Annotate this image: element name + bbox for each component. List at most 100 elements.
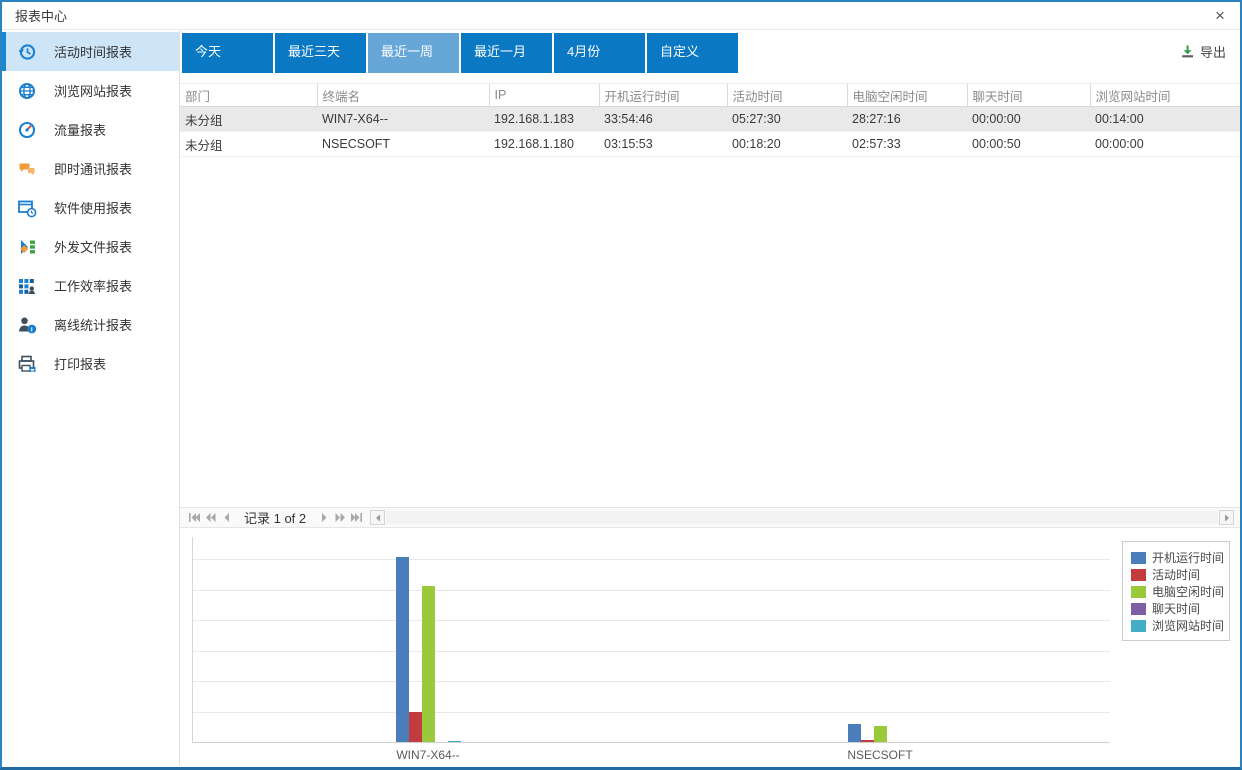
column-header-0[interactable]: 部门 [180, 84, 317, 107]
table-cell: 00:00:00 [1090, 132, 1240, 157]
globe-icon [17, 81, 37, 101]
history-icon [17, 42, 37, 62]
table-row[interactable]: 未分组NSECSOFT192.168.1.18003:15:5300:18:20… [180, 132, 1240, 157]
sidebar-item-chat[interactable]: 即时通讯报表 [2, 149, 179, 188]
fast-next-page-button[interactable] [332, 510, 348, 526]
sidebar-item-offline-stats[interactable]: i 离线统计报表 [2, 305, 179, 344]
legend-label: 开机运行时间 [1152, 549, 1224, 566]
legend-swatch [1131, 586, 1146, 598]
legend-swatch [1131, 552, 1146, 564]
sidebar-item-label: 即时通讯报表 [54, 159, 132, 178]
tab-5[interactable]: 自定义 [647, 33, 738, 73]
table-cell: 未分组 [180, 132, 317, 157]
legend-item: 电脑空闲时间 [1131, 583, 1221, 600]
column-header-2[interactable]: IP [489, 84, 599, 107]
table-cell: 03:15:53 [599, 132, 727, 157]
bar-NSECSOFT-活动时间 [861, 740, 874, 742]
table-cell: 05:27:30 [727, 107, 847, 132]
window-titlebar: 报表中心 × [2, 2, 1240, 30]
table-cell: 28:27:16 [847, 107, 967, 132]
download-icon [1180, 44, 1195, 59]
table-cell: 00:00:50 [967, 132, 1090, 157]
legend-label: 浏览网站时间 [1152, 617, 1224, 634]
legend-label: 活动时间 [1152, 566, 1200, 583]
tab-3[interactable]: 最近一月 [461, 33, 552, 73]
table-cell: 33:54:46 [599, 107, 727, 132]
table-row[interactable]: 未分组WIN7-X64--192.168.1.18333:54:4605:27:… [180, 107, 1240, 132]
sidebar-item-software[interactable]: 软件使用报表 [2, 188, 179, 227]
next-page-button[interactable] [316, 510, 332, 526]
column-header-5[interactable]: 电脑空闲时间 [847, 84, 967, 107]
record-count-label: 记录 1 of 2 [244, 508, 306, 527]
time-range-tabbar: 今天最近三天最近一周最近一月4月份自定义 导出 [180, 30, 1240, 73]
hscroll-left-button[interactable] [370, 510, 385, 525]
gridline [193, 559, 1110, 560]
column-header-3[interactable]: 开机运行时间 [599, 84, 727, 107]
sidebar-item-efficiency[interactable]: 工作效率报表 [2, 266, 179, 305]
legend-item: 浏览网站时间 [1131, 617, 1221, 634]
tab-4[interactable]: 4月份 [554, 33, 645, 73]
gauge-icon [17, 120, 37, 140]
gridline [193, 590, 1110, 591]
tab-1[interactable]: 最近三天 [275, 33, 366, 73]
sidebar-item-label: 打印报表 [54, 354, 106, 373]
last-page-button[interactable] [348, 510, 364, 526]
table-cell: 00:14:00 [1090, 107, 1240, 132]
software-icon [17, 198, 37, 218]
efficiency-icon [17, 276, 37, 296]
gridline [193, 712, 1110, 713]
svg-text:i: i [31, 326, 33, 333]
export-button[interactable]: 导出 [1180, 42, 1226, 61]
chart-legend: 开机运行时间活动时间电脑空闲时间聊天时间浏览网站时间 [1122, 541, 1230, 641]
window-title: 报表中心 [2, 6, 67, 25]
column-header-1[interactable]: 终端名 [317, 84, 489, 107]
category-label: WIN7-X64-- [358, 748, 498, 762]
column-header-4[interactable]: 活动时间 [727, 84, 847, 107]
report-table: 部门终端名IP开机运行时间活动时间电脑空闲时间聊天时间浏览网站时间 未分组WIN… [180, 83, 1240, 157]
hscroll-right-button[interactable] [1219, 510, 1234, 525]
legend-item: 活动时间 [1131, 566, 1221, 583]
bar-WIN7-X64---活动时间 [409, 712, 422, 742]
legend-swatch [1131, 603, 1146, 615]
chat-icon [17, 159, 37, 179]
gridline [193, 651, 1110, 652]
gridline [193, 620, 1110, 621]
bar-WIN7-X64---浏览网站时间 [448, 741, 461, 742]
sidebar-item-label: 工作效率报表 [54, 276, 132, 295]
report-table-body: 未分组WIN7-X64--192.168.1.18333:54:4605:27:… [180, 107, 1240, 157]
table-cell: 00:00:00 [967, 107, 1090, 132]
sidebar-item-gauge[interactable]: 流量报表 [2, 110, 179, 149]
sidebar-item-outgoing-file[interactable]: 外发文件报表 [2, 227, 179, 266]
export-label: 导出 [1200, 42, 1226, 61]
sidebar-item-history[interactable]: 活动时间报表 [2, 32, 179, 71]
table-cell: 00:18:20 [727, 132, 847, 157]
legend-item: 聊天时间 [1131, 600, 1221, 617]
sidebar-item-label: 流量报表 [54, 120, 106, 139]
legend-item: 开机运行时间 [1131, 549, 1221, 566]
legend-label: 电脑空闲时间 [1152, 583, 1224, 600]
gridline [193, 681, 1110, 682]
tab-2[interactable]: 最近一周 [368, 33, 459, 73]
table-cell: 未分组 [180, 107, 317, 132]
fast-prev-page-button[interactable] [202, 510, 218, 526]
column-header-7[interactable]: 浏览网站时间 [1090, 84, 1240, 107]
chart-x-axis [192, 742, 1110, 743]
legend-swatch [1131, 569, 1146, 581]
first-page-button[interactable] [186, 510, 202, 526]
offline-stats-icon: i [17, 315, 37, 335]
table-cell: 02:57:33 [847, 132, 967, 157]
prev-page-button[interactable] [218, 510, 234, 526]
bar-NSECSOFT-电脑空闲时间 [874, 726, 887, 742]
sidebar-item-label: 活动时间报表 [54, 42, 132, 61]
close-icon[interactable]: × [1200, 2, 1240, 30]
column-header-6[interactable]: 聊天时间 [967, 84, 1090, 107]
tab-0[interactable]: 今天 [182, 33, 273, 73]
category-label: NSECSOFT [810, 748, 950, 762]
table-cell: 192.168.1.183 [489, 107, 599, 132]
sidebar-item-label: 离线统计报表 [54, 315, 132, 334]
hscrollbar-track[interactable] [386, 511, 1218, 524]
sidebar-item-printer[interactable]: 打印报表 [2, 344, 179, 383]
report-table-header: 部门终端名IP开机运行时间活动时间电脑空闲时间聊天时间浏览网站时间 [180, 84, 1240, 107]
bar-WIN7-X64---电脑空闲时间 [422, 586, 435, 742]
sidebar-item-globe[interactable]: 浏览网站报表 [2, 71, 179, 110]
